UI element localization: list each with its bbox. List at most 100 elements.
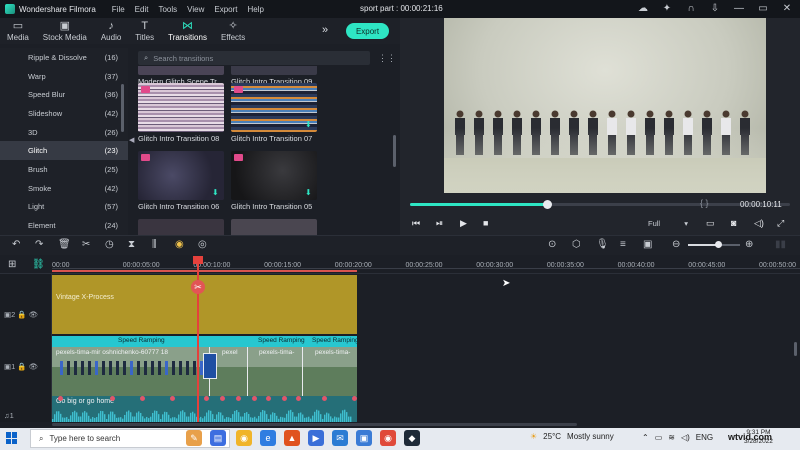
language-indicator[interactable]: ENG xyxy=(696,433,713,442)
tab-titles[interactable]: T Titles xyxy=(128,18,161,44)
menu-help[interactable]: Help xyxy=(247,5,263,14)
export-button[interactable]: Export xyxy=(346,23,389,39)
windows-start-icon[interactable] xyxy=(6,432,18,444)
transition-tile[interactable] xyxy=(138,219,224,235)
chrome-profile-icon[interactable]: ◉ xyxy=(380,430,396,446)
brave-icon[interactable]: ▲ xyxy=(284,430,300,446)
speaker-icon[interactable]: ◁) xyxy=(681,433,690,442)
category-item[interactable]: Speed Blur (36) xyxy=(0,85,128,104)
beat-marker[interactable] xyxy=(322,396,327,401)
beat-marker[interactable] xyxy=(220,396,225,401)
previous-frame-icon[interactable]: ⏮ xyxy=(412,218,420,229)
timeline-vertical-scrollbar[interactable] xyxy=(794,342,797,356)
cloud-icon[interactable]: ☁ xyxy=(636,2,650,15)
bulb-icon[interactable]: ✦ xyxy=(660,2,674,15)
menu-tools[interactable]: Tools xyxy=(158,5,177,14)
tab-audio[interactable]: ♪ Audio xyxy=(94,18,128,44)
category-item[interactable]: Light (57) xyxy=(0,198,128,217)
maximize-icon[interactable]: ▭ xyxy=(756,2,770,15)
art-app-icon[interactable]: ✎ xyxy=(186,430,202,446)
download-icon[interactable]: ⬇ xyxy=(212,189,220,197)
scissors-icon[interactable]: ✂ xyxy=(191,280,205,294)
cut-icon[interactable]: ✂ xyxy=(82,239,90,251)
duration-icon[interactable]: ⧗ xyxy=(128,239,135,251)
beat-marker[interactable] xyxy=(236,396,241,401)
zoom-app-icon[interactable]: ▶ xyxy=(308,430,324,446)
fullscreen-icon[interactable]: ⤢ xyxy=(777,218,784,229)
speed-icon[interactable]: ◷ xyxy=(105,239,114,251)
search-input[interactable]: ⌕ Search transitions xyxy=(138,51,370,65)
close-icon[interactable]: ✕ xyxy=(780,2,794,15)
category-scrollbar[interactable] xyxy=(121,84,124,132)
tab-media[interactable]: ▭ Media xyxy=(0,18,36,44)
volume-icon[interactable]: ◁) xyxy=(754,218,764,229)
wifi-icon[interactable]: ≋ xyxy=(668,433,675,442)
audio-mix-icon[interactable]: ⫼ xyxy=(152,239,157,251)
category-item[interactable]: Ripple & Dissolve (16) xyxy=(0,48,128,67)
render-icon[interactable]: ⊙ xyxy=(548,239,556,251)
menu-file[interactable]: File xyxy=(112,5,125,14)
undo-icon[interactable]: ↶ xyxy=(12,239,20,251)
beat-marker[interactable] xyxy=(170,396,175,401)
zoom-slider-knob[interactable] xyxy=(715,241,722,248)
grid-view-icon[interactable]: ⋮⋮ xyxy=(378,53,396,64)
edge-icon[interactable]: e xyxy=(260,430,276,446)
beat-marker[interactable] xyxy=(252,396,257,401)
marker-icon[interactable]: ⬡ xyxy=(572,239,581,251)
beat-marker[interactable] xyxy=(110,396,115,401)
mark-in-out[interactable]: { } xyxy=(700,198,709,208)
render-preview-icon[interactable]: ▭ xyxy=(706,218,715,229)
timeline-horizontal-scrollbar[interactable] xyxy=(52,423,577,426)
category-item[interactable]: Brush (25) xyxy=(0,160,128,179)
tab-effects[interactable]: ✧ Effects xyxy=(214,18,252,44)
redo-icon[interactable]: ↷ xyxy=(35,239,43,251)
transition-tile[interactable]: ⬇ Glitch Intro Transition 06 xyxy=(138,151,224,211)
menu-edit[interactable]: Edit xyxy=(135,5,149,14)
tab-transitions[interactable]: ⋈ Transitions xyxy=(161,18,214,44)
beat-marker[interactable] xyxy=(266,396,271,401)
beat-marker[interactable] xyxy=(352,396,357,401)
tray-arrow-icon[interactable]: ⌃ xyxy=(642,433,649,442)
filmora-taskbar-icon[interactable]: ◆ xyxy=(404,430,420,446)
playback-scrubber[interactable] xyxy=(542,200,552,209)
download-icon[interactable]: ⬇ xyxy=(305,189,313,197)
category-item[interactable]: Warp (37) xyxy=(0,67,128,86)
headset-icon[interactable]: ∩ xyxy=(684,2,698,15)
menu-export[interactable]: Export xyxy=(214,5,237,14)
task-view-icon[interactable]: ▤ xyxy=(210,430,226,446)
mic-icon[interactable]: 🎙 xyxy=(596,239,609,251)
snapshot-icon[interactable]: ◙ xyxy=(731,218,736,228)
beat-marker[interactable] xyxy=(204,396,209,401)
transition-tile[interactable]: Glitch Intro Transition 08 xyxy=(138,83,224,143)
layout-icon[interactable]: ▮▮ xyxy=(775,239,786,251)
category-item[interactable]: Element (24) xyxy=(0,216,128,235)
stop-icon[interactable]: ■ xyxy=(483,218,488,228)
mail-icon[interactable]: ✉ xyxy=(332,430,348,446)
stabilize-icon[interactable]: ◎ xyxy=(198,239,207,251)
zoom-in-icon[interactable]: ⊕ xyxy=(745,239,753,251)
delete-icon[interactable]: 🗑 xyxy=(58,239,71,251)
snap-link-icon[interactable]: ⛓ xyxy=(32,259,45,271)
mixer-icon[interactable]: ≡ xyxy=(620,239,626,251)
category-item[interactable]: 3D (26) xyxy=(0,123,128,142)
weather-widget[interactable]: ☀ 25°C Mostly sunny xyxy=(530,432,614,441)
speed-ramp-icon[interactable]: ◉ xyxy=(175,239,184,251)
transition-tile[interactable] xyxy=(231,219,317,235)
more-tabs-icon[interactable]: » xyxy=(322,24,328,36)
beat-marker[interactable] xyxy=(296,396,301,401)
category-item[interactable]: Glitch (23) xyxy=(0,141,128,161)
beat-marker[interactable] xyxy=(140,396,145,401)
pip-icon[interactable]: ▣ xyxy=(643,239,652,251)
minimize-icon[interactable]: — xyxy=(732,2,746,15)
add-track-icon[interactable]: ⊞ xyxy=(8,259,16,271)
play-icon[interactable]: ▶ xyxy=(460,218,467,229)
transition-tile[interactable]: ⬇ Glitch Intro Transition 05 xyxy=(231,151,317,211)
download-icon[interactable]: ⇩ xyxy=(708,2,722,15)
transition-marker[interactable] xyxy=(203,353,217,379)
tab-stock-media[interactable]: ▣ Stock Media xyxy=(36,18,94,44)
chrome-icon[interactable]: ◉ xyxy=(236,430,252,446)
download-icon[interactable]: ⬇ xyxy=(305,121,313,129)
battery-icon[interactable]: ▭ xyxy=(655,433,663,442)
step-play-icon[interactable]: ⏯ xyxy=(436,218,443,229)
preview-quality-select[interactable]: Full ▾ xyxy=(644,216,692,230)
